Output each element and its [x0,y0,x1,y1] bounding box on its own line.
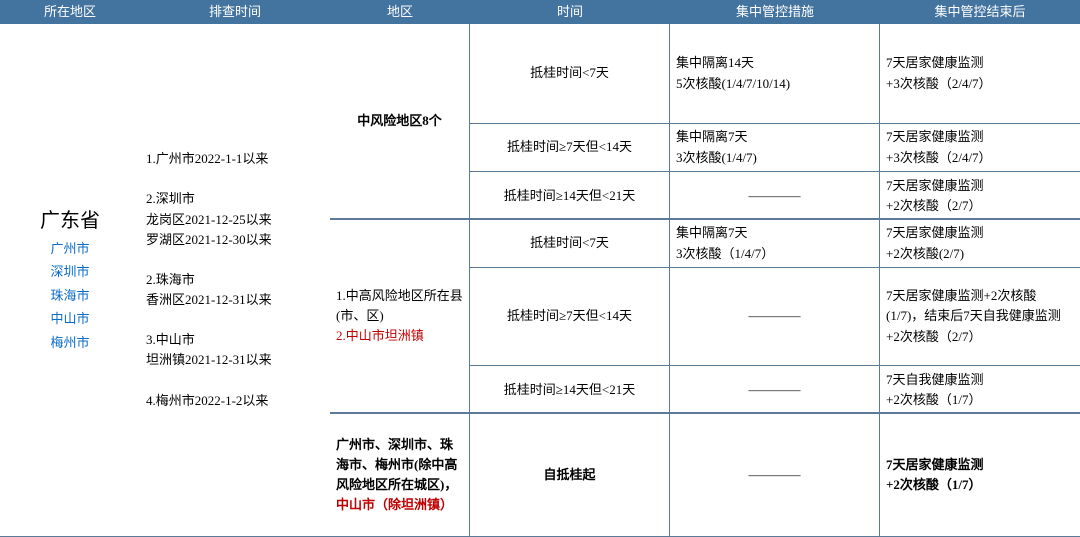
after-line: 7天居家健康监测 [886,176,1074,196]
measure-cell: ———— [670,172,880,220]
duration-cell: 抵桂时间<7天 [470,24,670,123]
col-header-measure: 集中管控措施 [670,0,880,24]
checktime-line: 3.中山市 [146,330,324,350]
col-header-duration: 时间 [470,0,670,24]
after-cell: 7天居家健康监测 +3次核酸（2/4/7） [880,24,1080,123]
table-header: 所在地区 排查时间 地区 时间 集中管控措施 集中管控结束后 [0,0,1080,24]
checktime-line: 罗湖区2021-12-30以来 [146,230,324,250]
after-line: 7天居家健康监测 [886,223,1074,243]
after-line: +2次核酸（1/7） [886,390,1074,410]
detail-block: 中风险地区8个 抵桂时间<7天 集中隔离14天 5次核酸(1/4/7/10/14… [330,24,1080,537]
duration-cell: 抵桂时间≥7天但<14天 [470,268,670,365]
after-cell: 7天居家健康监测 +2次核酸（1/7） [880,414,1080,536]
after-line: 7天居家健康监测 [886,53,1074,73]
measure-line: 5次核酸(1/4/7/10/14) [676,74,873,94]
area-line: 1.中高风险地区所在县(市、区) [336,286,463,326]
duration-cell: 抵桂时间≥7天但<14天 [470,124,670,171]
checktime-line: 2.深圳市 [146,189,324,209]
measure-line: 集中隔离7天 [676,223,873,243]
measure-line: 3次核酸（1/4/7） [676,244,873,264]
measure-line: 3次核酸(1/4/7) [676,148,873,168]
measure-cell: 集中隔离7天 3次核酸（1/4/7） [670,220,880,267]
after-line: 7天居家健康监测 [886,455,1074,475]
after-line: 7天自我健康监测 [886,370,1074,390]
measure-cell: ———— [670,268,880,365]
city-link[interactable]: 梅州市 [6,331,134,354]
after-cell: 7天居家健康监测+2次核酸(1/7)，结束后7天自我健康监测+2次核酸（2/7） [880,268,1080,365]
duration-cell: 抵桂时间≥14天但<21天 [470,366,670,414]
area-midrisk: 中风险地区8个 [330,24,470,218]
after-line: +2次核酸（1/7） [886,475,1074,495]
after-line: +2次核酸（2/7） [886,196,1074,216]
after-line: 7天居家健康监测 [886,127,1074,147]
province-name: 广东省 [6,206,134,237]
duration-cell: 自抵桂起 [470,414,670,536]
checktime-line: 龙岗区2021-12-25以来 [146,210,324,230]
duration-cell: 抵桂时间<7天 [470,220,670,267]
duration-cell: 抵桂时间≥14天但<21天 [470,172,670,220]
area-line: 广州市、深圳市、珠海市、梅州市(除中高风险地区所在城区)， [336,435,463,495]
table-body: 广东省 广州市 深圳市 珠海市 中山市 梅州市 1.广州市2022-1-1以来 … [0,24,1080,537]
city-link[interactable]: 中山市 [6,307,134,330]
checktime-line: 香洲区2021-12-31以来 [146,290,324,310]
after-cell: 7天居家健康监测 +3次核酸（2/4/7） [880,124,1080,171]
checktime-line: 2.珠海市 [146,270,324,290]
measure-cell: ———— [670,366,880,414]
measure-line: 集中隔离7天 [676,127,873,147]
measure-cell: 集中隔离14天 5次核酸(1/4/7/10/14) [670,24,880,123]
area-line-red: 2.中山市坦洲镇 [336,326,463,346]
city-link[interactable]: 珠海市 [6,284,134,307]
checktime-line: 坦洲镇2021-12-31以来 [146,350,324,370]
col-header-area: 地区 [330,0,470,24]
measure-line: 集中隔离14天 [676,53,873,73]
area-line-red: 中山市（除坦洲镇） [336,495,463,515]
after-cell: 7天自我健康监测 +2次核酸（1/7） [880,366,1080,414]
measure-cell: 集中隔离7天 3次核酸(1/4/7) [670,124,880,171]
after-cell: 7天居家健康监测 +2次核酸（2/7） [880,172,1080,220]
after-line: +3次核酸（2/4/7） [886,148,1074,168]
checktime-line: 1.广州市2022-1-1以来 [146,149,324,169]
col-header-after: 集中管控结束后 [880,0,1080,24]
col-header-region: 所在地区 [0,0,140,24]
measure-cell: ———— [670,414,880,536]
city-link[interactable]: 深圳市 [6,260,134,283]
area-county: 1.中高风险地区所在县(市、区) 2.中山市坦洲镇 [330,220,470,412]
region-cell: 广东省 广州市 深圳市 珠海市 中山市 梅州市 [0,24,140,537]
after-cell: 7天居家健康监测 +2次核酸(2/7) [880,220,1080,267]
after-line: +2次核酸(2/7) [886,244,1074,264]
area-other: 广州市、深圳市、珠海市、梅州市(除中高风险地区所在城区)，中山市（除坦洲镇） [330,414,470,536]
checktime-line: 4.梅州市2022-1-2以来 [146,391,324,411]
checktime-cell: 1.广州市2022-1-1以来 2.深圳市 龙岗区2021-12-25以来 罗湖… [140,24,330,537]
after-line: +3次核酸（2/4/7） [886,74,1074,94]
col-header-checktime: 排查时间 [140,0,330,24]
policy-table: 所在地区 排查时间 地区 时间 集中管控措施 集中管控结束后 广东省 广州市 深… [0,0,1080,537]
city-link[interactable]: 广州市 [6,237,134,260]
